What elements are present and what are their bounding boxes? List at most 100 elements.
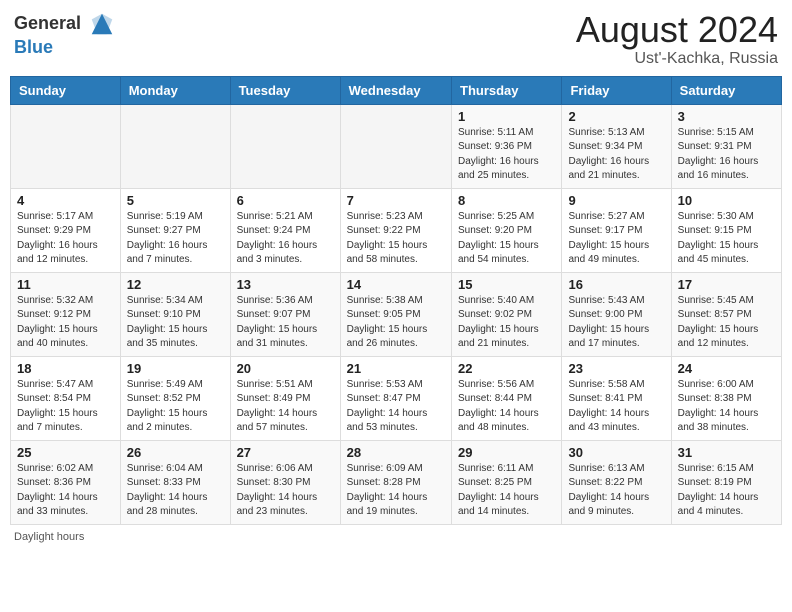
calendar-week-row: 1 Sunrise: 5:11 AM Sunset: 9:36 PM Daylig… (11, 104, 782, 188)
day-info: Sunrise: 5:25 AM Sunset: 9:20 PM Dayligh… (458, 210, 555, 268)
calendar-cell: 13 Sunrise: 5:36 AM Sunset: 9:07 PM Dayli… (230, 272, 340, 356)
calendar-cell: 2Sunrise: 5:13 AM Sunset: 9:34 PM Daylig… (562, 104, 671, 188)
day-info: Sunrise: 5:19 AM Sunset: 9:27 PM Dayligh… (127, 210, 224, 268)
day-info: Sunrise: 5:30 AM Sunset: 9:15 PM Dayligh… (678, 210, 775, 268)
day-number: 1 (458, 109, 555, 124)
calendar-day-header: Monday (120, 76, 230, 104)
calendar-day-header: Wednesday (340, 76, 451, 104)
calendar-cell (120, 104, 230, 188)
day-number: 27 (237, 445, 334, 460)
day-number: 15 (458, 277, 555, 292)
calendar-cell: 12Sunrise: 5:34 AM Sunset: 9:10 PM Dayli… (120, 272, 230, 356)
day-number: 22 (458, 361, 555, 376)
day-info: Sunrise: 6:13 AM Sunset: 8:22 PM Dayligh… (568, 462, 664, 520)
day-number: 2 (568, 109, 664, 124)
calendar-week-row: 4Sunrise: 5:17 AM Sunset: 9:29 PM Daylig… (11, 188, 782, 272)
calendar-day-header: Thursday (452, 76, 562, 104)
day-number: 16 (568, 277, 664, 292)
day-number: 7 (347, 193, 445, 208)
calendar-week-row: 18 Sunrise: 5:47 AM Sunset: 8:54 PM Dayli… (11, 356, 782, 440)
day-number: 3 (678, 109, 775, 124)
calendar-cell: 14 Sunrise: 5:38 AM Sunset: 9:05 PM Dayli… (340, 272, 451, 356)
calendar-cell (11, 104, 121, 188)
day-number: 18 (17, 361, 114, 376)
calendar-cell: 1 Sunrise: 5:11 AM Sunset: 9:36 PM Daylig… (452, 104, 562, 188)
title-block: August 2024 Ust'-Kachka, Russia (576, 10, 778, 68)
calendar-cell: 9 Sunrise: 5:27 AM Sunset: 9:17 PM Daylig… (562, 188, 671, 272)
calendar-cell: 5 Sunrise: 5:19 AM Sunset: 9:27 PM Daylig… (120, 188, 230, 272)
logo: General Blue (14, 10, 116, 58)
calendar-cell: 7 Sunrise: 5:23 AM Sunset: 9:22 PM Daylig… (340, 188, 451, 272)
calendar-cell (230, 104, 340, 188)
day-number: 25 (17, 445, 114, 460)
calendar-cell: 25 Sunrise: 6:02 AM Sunset: 8:36 PM Dayli… (11, 440, 121, 524)
calendar-cell (340, 104, 451, 188)
calendar-cell: 30Sunrise: 6:13 AM Sunset: 8:22 PM Dayli… (562, 440, 671, 524)
calendar-cell: 27 Sunrise: 6:06 AM Sunset: 8:30 PM Dayli… (230, 440, 340, 524)
day-number: 5 (127, 193, 224, 208)
day-info: Sunrise: 5:15 AM Sunset: 9:31 PM Dayligh… (678, 126, 775, 184)
calendar-week-row: 11 Sunrise: 5:32 AM Sunset: 9:12 PM Dayli… (11, 272, 782, 356)
calendar-table: SundayMondayTuesdayWednesdayThursdayFrid… (10, 76, 782, 525)
day-info: Sunrise: 5:36 AM Sunset: 9:07 PM Dayligh… (237, 294, 334, 352)
calendar-day-header: Friday (562, 76, 671, 104)
day-info: Sunrise: 5:23 AM Sunset: 9:22 PM Dayligh… (347, 210, 445, 268)
calendar-cell: 31 Sunrise: 6:15 AM Sunset: 8:19 PM Dayli… (671, 440, 781, 524)
calendar-cell: 3 Sunrise: 5:15 AM Sunset: 9:31 PM Daylig… (671, 104, 781, 188)
calendar-cell: 19Sunrise: 5:49 AM Sunset: 8:52 PM Dayli… (120, 356, 230, 440)
calendar-header-row: SundayMondayTuesdayWednesdayThursdayFrid… (11, 76, 782, 104)
calendar-cell: 21 Sunrise: 5:53 AM Sunset: 8:47 PM Dayli… (340, 356, 451, 440)
footer: Daylight hours (10, 531, 782, 543)
day-info: Sunrise: 5:47 AM Sunset: 8:54 PM Dayligh… (17, 378, 114, 436)
footer-label: Daylight hours (14, 531, 84, 543)
day-info: Sunrise: 5:38 AM Sunset: 9:05 PM Dayligh… (347, 294, 445, 352)
day-number: 24 (678, 361, 775, 376)
calendar-cell: 29Sunrise: 6:11 AM Sunset: 8:25 PM Dayli… (452, 440, 562, 524)
calendar-cell: 26Sunrise: 6:04 AM Sunset: 8:33 PM Dayli… (120, 440, 230, 524)
calendar-cell: 20 Sunrise: 5:51 AM Sunset: 8:49 PM Dayli… (230, 356, 340, 440)
calendar-cell: 4Sunrise: 5:17 AM Sunset: 9:29 PM Daylig… (11, 188, 121, 272)
day-number: 14 (347, 277, 445, 292)
calendar-day-header: Sunday (11, 76, 121, 104)
day-info: Sunrise: 5:56 AM Sunset: 8:44 PM Dayligh… (458, 378, 555, 436)
day-number: 17 (678, 277, 775, 292)
day-info: Sunrise: 5:58 AM Sunset: 8:41 PM Dayligh… (568, 378, 664, 436)
calendar-cell: 24 Sunrise: 6:00 AM Sunset: 8:38 PM Dayli… (671, 356, 781, 440)
day-number: 23 (568, 361, 664, 376)
day-number: 12 (127, 277, 224, 292)
calendar-cell: 18 Sunrise: 5:47 AM Sunset: 8:54 PM Dayli… (11, 356, 121, 440)
day-number: 21 (347, 361, 445, 376)
day-number: 11 (17, 277, 114, 292)
day-info: Sunrise: 6:00 AM Sunset: 8:38 PM Dayligh… (678, 378, 775, 436)
day-info: Sunrise: 5:17 AM Sunset: 9:29 PM Dayligh… (17, 210, 114, 268)
day-number: 31 (678, 445, 775, 460)
day-info: Sunrise: 5:11 AM Sunset: 9:36 PM Dayligh… (458, 126, 555, 184)
calendar-cell: 15 Sunrise: 5:40 AM Sunset: 9:02 PM Dayli… (452, 272, 562, 356)
day-info: Sunrise: 5:27 AM Sunset: 9:17 PM Dayligh… (568, 210, 664, 268)
day-number: 9 (568, 193, 664, 208)
location: Ust'-Kachka, Russia (576, 50, 778, 68)
day-info: Sunrise: 5:32 AM Sunset: 9:12 PM Dayligh… (17, 294, 114, 352)
logo-general: General (14, 13, 81, 33)
day-info: Sunrise: 5:40 AM Sunset: 9:02 PM Dayligh… (458, 294, 555, 352)
day-info: Sunrise: 6:02 AM Sunset: 8:36 PM Dayligh… (17, 462, 114, 520)
day-info: Sunrise: 6:15 AM Sunset: 8:19 PM Dayligh… (678, 462, 775, 520)
calendar-cell: 28Sunrise: 6:09 AM Sunset: 8:28 PM Dayli… (340, 440, 451, 524)
day-info: Sunrise: 5:49 AM Sunset: 8:52 PM Dayligh… (127, 378, 224, 436)
calendar-cell: 17 Sunrise: 5:45 AM Sunset: 8:57 PM Dayli… (671, 272, 781, 356)
day-info: Sunrise: 6:04 AM Sunset: 8:33 PM Dayligh… (127, 462, 224, 520)
logo-blue: Blue (14, 37, 53, 57)
month-year: August 2024 (576, 10, 778, 50)
calendar-cell: 8Sunrise: 5:25 AM Sunset: 9:20 PM Daylig… (452, 188, 562, 272)
day-info: Sunrise: 5:45 AM Sunset: 8:57 PM Dayligh… (678, 294, 775, 352)
day-number: 20 (237, 361, 334, 376)
calendar-cell: 6Sunrise: 5:21 AM Sunset: 9:24 PM Daylig… (230, 188, 340, 272)
day-info: Sunrise: 5:51 AM Sunset: 8:49 PM Dayligh… (237, 378, 334, 436)
page-header: General Blue August 2024 Ust'-Kachka, Ru… (10, 10, 782, 68)
day-info: Sunrise: 6:06 AM Sunset: 8:30 PM Dayligh… (237, 462, 334, 520)
day-number: 13 (237, 277, 334, 292)
day-info: Sunrise: 6:11 AM Sunset: 8:25 PM Dayligh… (458, 462, 555, 520)
day-info: Sunrise: 5:53 AM Sunset: 8:47 PM Dayligh… (347, 378, 445, 436)
day-number: 10 (678, 193, 775, 208)
day-info: Sunrise: 5:21 AM Sunset: 9:24 PM Dayligh… (237, 210, 334, 268)
